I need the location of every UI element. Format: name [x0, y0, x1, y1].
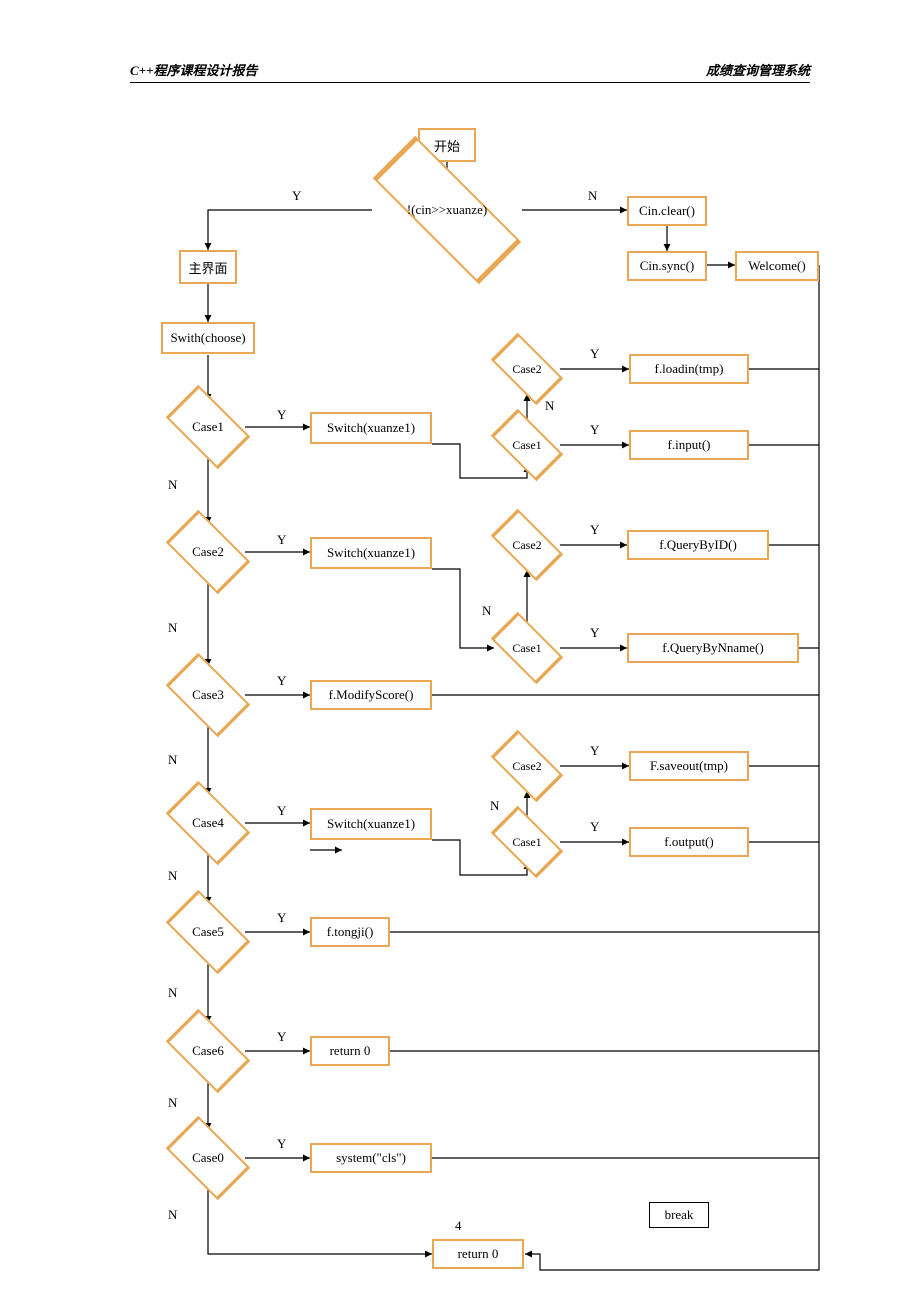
- switch-x2-box: Switch(xuanze1): [310, 537, 432, 569]
- y-label-4: Y: [277, 673, 286, 689]
- y-label-3: Y: [277, 532, 286, 548]
- page-number: 4: [455, 1218, 462, 1234]
- sub-case2c-decision: [491, 730, 564, 803]
- y-label-6: Y: [277, 910, 286, 926]
- return0-box: return 0: [310, 1036, 390, 1066]
- n-sub-3: N: [490, 798, 499, 814]
- y-label: Y: [292, 188, 301, 204]
- cin-clear-box: Cin.clear(): [627, 196, 707, 226]
- cin-sync-box: Cin.sync(): [627, 251, 707, 281]
- modify-box: f.ModifyScore(): [310, 680, 432, 710]
- y-label-5: Y: [277, 803, 286, 819]
- n-label-5: N: [168, 868, 177, 884]
- page-header: C++程序课程设计报告 成绩查询管理系统: [130, 60, 810, 83]
- y-label-7: Y: [277, 1029, 286, 1045]
- n-label-2: N: [168, 477, 177, 493]
- main-ui-box: 主界面: [179, 250, 237, 284]
- n-label-6: N: [168, 985, 177, 1001]
- case6-decision: [166, 1009, 251, 1094]
- y-sub-1: Y: [590, 346, 599, 362]
- n-label-8: N: [168, 1207, 177, 1223]
- case1-decision: [166, 385, 251, 470]
- case3-decision: [166, 653, 251, 738]
- y-sub-6: Y: [590, 819, 599, 835]
- sub-case1a-decision: [491, 409, 564, 482]
- n-label-4: N: [168, 752, 177, 768]
- y-sub-2: Y: [590, 422, 599, 438]
- foutput-box: f.output(): [629, 827, 749, 857]
- y-label-8: Y: [277, 1136, 286, 1152]
- y-sub-5: Y: [590, 743, 599, 759]
- case0-decision: [166, 1116, 251, 1201]
- sub-case2a-decision: [491, 333, 564, 406]
- n-label-3: N: [168, 620, 177, 636]
- saveout-box: F.saveout(tmp): [629, 751, 749, 781]
- sub-case2b-decision: [491, 509, 564, 582]
- syscls-box: system("cls"): [310, 1143, 432, 1173]
- y-label-2: Y: [277, 407, 286, 423]
- n-label-7: N: [168, 1095, 177, 1111]
- n-sub-1: N: [545, 398, 554, 414]
- break-box: break: [649, 1202, 709, 1228]
- header-right: 成绩查询管理系统: [706, 60, 810, 79]
- switch-x1-box: Switch(xuanze1): [310, 412, 432, 444]
- y-sub-3: Y: [590, 522, 599, 538]
- qbyname-box: f.QueryByNname(): [627, 633, 799, 663]
- welcome-box: Welcome(): [735, 251, 819, 281]
- switch-x3-box: Switch(xuanze1): [310, 808, 432, 840]
- tongji-box: f.tongji(): [310, 917, 390, 947]
- return-end-box: return 0: [432, 1239, 524, 1269]
- switch-choose-box: Swith(choose): [161, 322, 255, 354]
- case5-decision: [166, 890, 251, 975]
- y-sub-4: Y: [590, 625, 599, 641]
- case4-decision: [166, 781, 251, 866]
- sub-case1c-decision: [491, 806, 564, 879]
- case2-decision: [166, 510, 251, 595]
- n-label: N: [588, 188, 597, 204]
- floadin-box: f.loadin(tmp): [629, 354, 749, 384]
- n-sub-2: N: [482, 603, 491, 619]
- sub-case1b-decision: [491, 612, 564, 685]
- header-left: C++程序课程设计报告: [130, 60, 258, 79]
- finput-box: f.input(): [629, 430, 749, 460]
- qbyid-box: f.QueryByID(): [627, 530, 769, 560]
